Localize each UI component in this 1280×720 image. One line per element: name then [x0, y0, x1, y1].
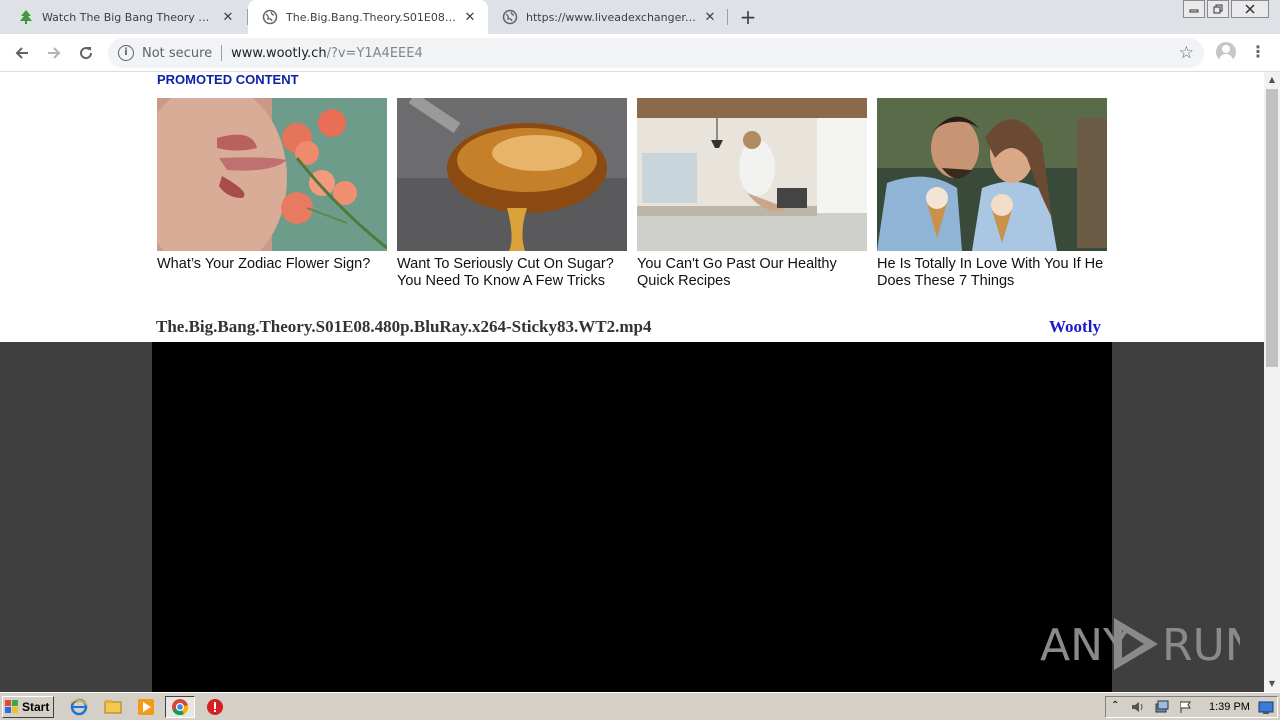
address-bar[interactable]: i Not secure www.wootly.ch /?v=Y1A4EEE4 … — [108, 38, 1204, 68]
tab-title: The.Big.Bang.Theory.S01E08.480p — [286, 10, 456, 24]
stop-sign-icon[interactable] — [206, 698, 224, 716]
reload-button[interactable] — [74, 41, 98, 65]
promo-caption[interactable]: You Can't Go Past Our Healthy Quick Reci… — [637, 256, 867, 290]
close-icon[interactable]: ✕ — [220, 9, 236, 25]
page-viewport: PROMOTED CONTENT What’s Your Zodiac Flow… — [0, 72, 1264, 692]
start-button[interactable]: Start — [2, 696, 54, 718]
arrow-right-icon — [48, 47, 61, 59]
info-icon[interactable]: i — [118, 45, 134, 61]
promoted-content-heading: PROMOTED CONTENT — [157, 72, 299, 87]
reload-icon — [80, 47, 93, 60]
promo-image-couple[interactable] — [877, 98, 1107, 251]
watermark-text-right: RUN — [1162, 620, 1240, 671]
url-host: www.wootly.ch — [231, 45, 327, 61]
promo-card[interactable]: Want To Seriously Cut On Sugar? You Need… — [397, 98, 627, 290]
globe-icon — [262, 9, 278, 25]
browser-toolbar: i Not secure www.wootly.ch /?v=Y1A4EEE4 … — [0, 34, 1280, 72]
tab-watch-big-bang[interactable]: Watch The Big Bang Theory Season ✕ — [4, 0, 246, 34]
show-desktop-icon[interactable] — [1258, 700, 1274, 719]
arrow-left-icon — [15, 47, 28, 59]
restore-icon — [1213, 4, 1223, 14]
tree-favicon-icon — [18, 9, 34, 25]
anyrun-watermark: ANY RUN — [1040, 612, 1258, 676]
minimize-button[interactable] — [1183, 0, 1205, 18]
video-player[interactable] — [152, 342, 1112, 692]
tab-strip: Watch The Big Bang Theory Season ✕ The.B… — [0, 0, 1280, 34]
new-tab-button[interactable]: + — [737, 6, 759, 28]
minimize-icon — [1189, 9, 1199, 13]
tab-separator — [727, 9, 728, 25]
chrome-taskbar-button[interactable] — [165, 696, 195, 718]
omnibox-divider — [221, 45, 223, 61]
volume-icon[interactable] — [1130, 699, 1146, 719]
chrome-icon — [172, 699, 189, 716]
tray-expand-icon[interactable]: ⌃ — [1111, 700, 1119, 711]
scroll-up-arrow-icon[interactable]: ▲ — [1264, 72, 1280, 88]
internet-explorer-icon[interactable] — [70, 698, 88, 716]
file-explorer-icon[interactable] — [104, 698, 122, 716]
system-tray: ⌃ — [1105, 696, 1278, 718]
back-button[interactable] — [10, 41, 34, 65]
tab-title: Watch The Big Bang Theory Season — [42, 10, 214, 24]
security-label: Not secure — [142, 45, 213, 61]
promo-image-kitchen[interactable] — [637, 98, 867, 251]
globe-icon — [502, 9, 518, 25]
promo-card[interactable]: What’s Your Zodiac Flower Sign? — [157, 98, 387, 273]
media-player-icon[interactable] — [137, 698, 155, 716]
close-icon[interactable]: ✕ — [462, 9, 478, 25]
scroll-thumb[interactable] — [1266, 89, 1278, 367]
promo-caption[interactable]: What’s Your Zodiac Flower Sign? — [157, 256, 387, 273]
url-path: /?v=Y1A4EEE4 — [326, 45, 423, 61]
scroll-down-arrow-icon[interactable]: ▼ — [1264, 676, 1280, 692]
video-title: The.Big.Bang.Theory.S01E08.480p.BluRay.x… — [156, 317, 652, 336]
tab-video-file[interactable]: The.Big.Bang.Theory.S01E08.480p ✕ — [248, 0, 488, 34]
video-header: The.Big.Bang.Theory.S01E08.480p.BluRay.x… — [0, 310, 1264, 342]
tab-liveadexchanger[interactable]: https://www.liveadexchanger.com/ ✕ — [488, 0, 728, 34]
close-icon — [1245, 4, 1255, 14]
site-brand-link[interactable]: Wootly — [1049, 317, 1101, 337]
promo-image-honey[interactable] — [397, 98, 627, 251]
action-center-flag-icon[interactable] — [1178, 699, 1194, 719]
promo-image-flower[interactable] — [157, 98, 387, 251]
close-window-button[interactable] — [1231, 0, 1269, 18]
network-icon[interactable] — [1154, 699, 1170, 719]
tab-title: https://www.liveadexchanger.com/ — [526, 10, 696, 24]
windows-logo-icon — [5, 700, 19, 714]
forward-button[interactable] — [42, 41, 66, 65]
taskbar-clock: 1:39 PM — [1209, 701, 1250, 713]
windows-taskbar: Start ⌃ 1:39 PM — [0, 692, 1280, 720]
restore-button[interactable] — [1207, 0, 1229, 18]
promo-card[interactable]: You Can't Go Past Our Healthy Quick Reci… — [637, 98, 867, 290]
promo-card[interactable]: He Is Totally In Love With You If He Doe… — [877, 98, 1107, 290]
kebab-menu-icon[interactable]: ⋮ — [1250, 42, 1266, 62]
close-icon[interactable]: ✕ — [702, 9, 718, 25]
promo-caption[interactable]: Want To Seriously Cut On Sugar? You Need… — [397, 256, 627, 290]
promo-caption[interactable]: He Is Totally In Love With You If He Doe… — [877, 256, 1107, 290]
start-label: Start — [22, 700, 50, 714]
bookmark-star-icon[interactable]: ☆ — [1179, 43, 1194, 63]
profile-avatar-icon[interactable] — [1216, 42, 1236, 62]
play-logo-icon — [1114, 618, 1158, 670]
page-scrollbar[interactable]: ▲ ▼ — [1264, 72, 1280, 692]
